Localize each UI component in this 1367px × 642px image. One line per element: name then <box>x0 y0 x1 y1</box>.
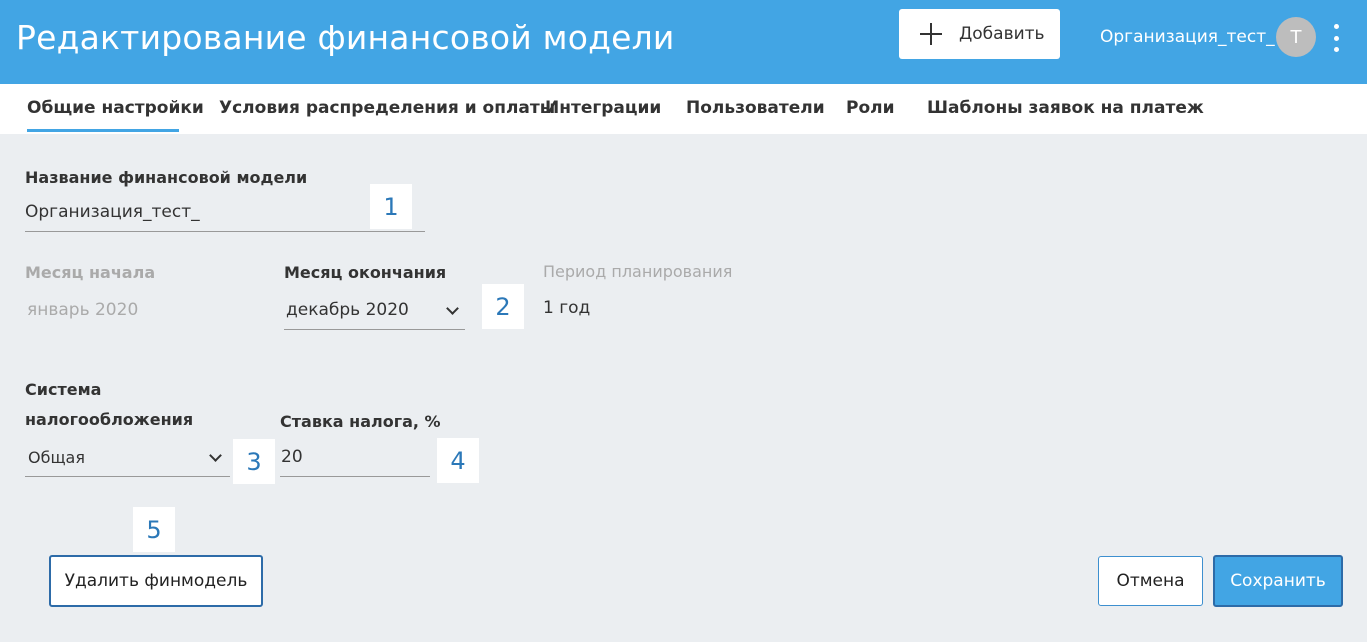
planning-period-value: 1 год <box>543 298 591 318</box>
active-tab-indicator <box>27 129 179 132</box>
tab-integrations[interactable]: Интеграции <box>545 98 661 118</box>
chevron-down-icon[interactable] <box>209 449 222 462</box>
cancel-button[interactable]: Отмена <box>1098 556 1203 606</box>
marker-5: 5 <box>133 507 175 552</box>
delete-model-button[interactable]: Удалить финмодель <box>49 555 263 607</box>
plus-icon <box>920 23 942 45</box>
marker-1: 1 <box>370 184 412 229</box>
marker-2: 2 <box>482 284 524 329</box>
start-month-label: Месяц начала <box>25 263 156 282</box>
model-name-input[interactable]: Организация_тест_ <box>25 202 200 222</box>
tab-users[interactable]: Пользователи <box>686 98 825 118</box>
end-month-underline <box>284 329 465 330</box>
organization-name[interactable]: Организация_тест_ <box>1100 27 1275 47</box>
add-button[interactable]: Добавить <box>899 9 1060 59</box>
marker-3: 3 <box>233 439 275 484</box>
tab-roles[interactable]: Роли <box>846 98 895 118</box>
tax-system-select[interactable]: Общая <box>28 448 85 467</box>
end-month-select[interactable]: декабрь 2020 <box>286 300 409 320</box>
tax-rate-input[interactable]: 20 <box>281 447 303 467</box>
tax-rate-label: Ставка налога, % <box>280 412 441 431</box>
tax-system-label-line1: Система <box>25 380 102 399</box>
chevron-down-icon[interactable] <box>446 302 459 315</box>
tab-general-settings[interactable]: Общие настройки <box>27 98 204 118</box>
start-month-value: январь 2020 <box>27 300 139 320</box>
save-button[interactable]: Сохранить <box>1213 555 1343 607</box>
app-header: Редактирование финансовой модели Добавит… <box>0 0 1367 84</box>
tab-bar: Общие настройки Условия распределения и … <box>0 84 1367 134</box>
page-title: Редактирование финансовой модели <box>16 18 675 57</box>
tax-rate-underline <box>280 476 430 477</box>
tab-distribution-terms[interactable]: Условия распределения и оплаты <box>219 98 555 118</box>
tab-payment-templates[interactable]: Шаблоны заявок на платеж <box>927 98 1204 118</box>
avatar[interactable]: T <box>1276 17 1316 57</box>
tax-system-underline <box>25 476 230 477</box>
model-name-underline <box>25 231 425 232</box>
tax-system-label-line2: налогообложения <box>25 410 194 429</box>
model-name-label: Название финансовой модели <box>25 168 308 187</box>
kebab-menu-icon[interactable] <box>1328 24 1344 52</box>
marker-4: 4 <box>437 438 479 483</box>
planning-period-label: Период планирования <box>543 262 733 281</box>
add-button-label: Добавить <box>959 24 1045 44</box>
end-month-label: Месяц окончания <box>284 263 447 282</box>
